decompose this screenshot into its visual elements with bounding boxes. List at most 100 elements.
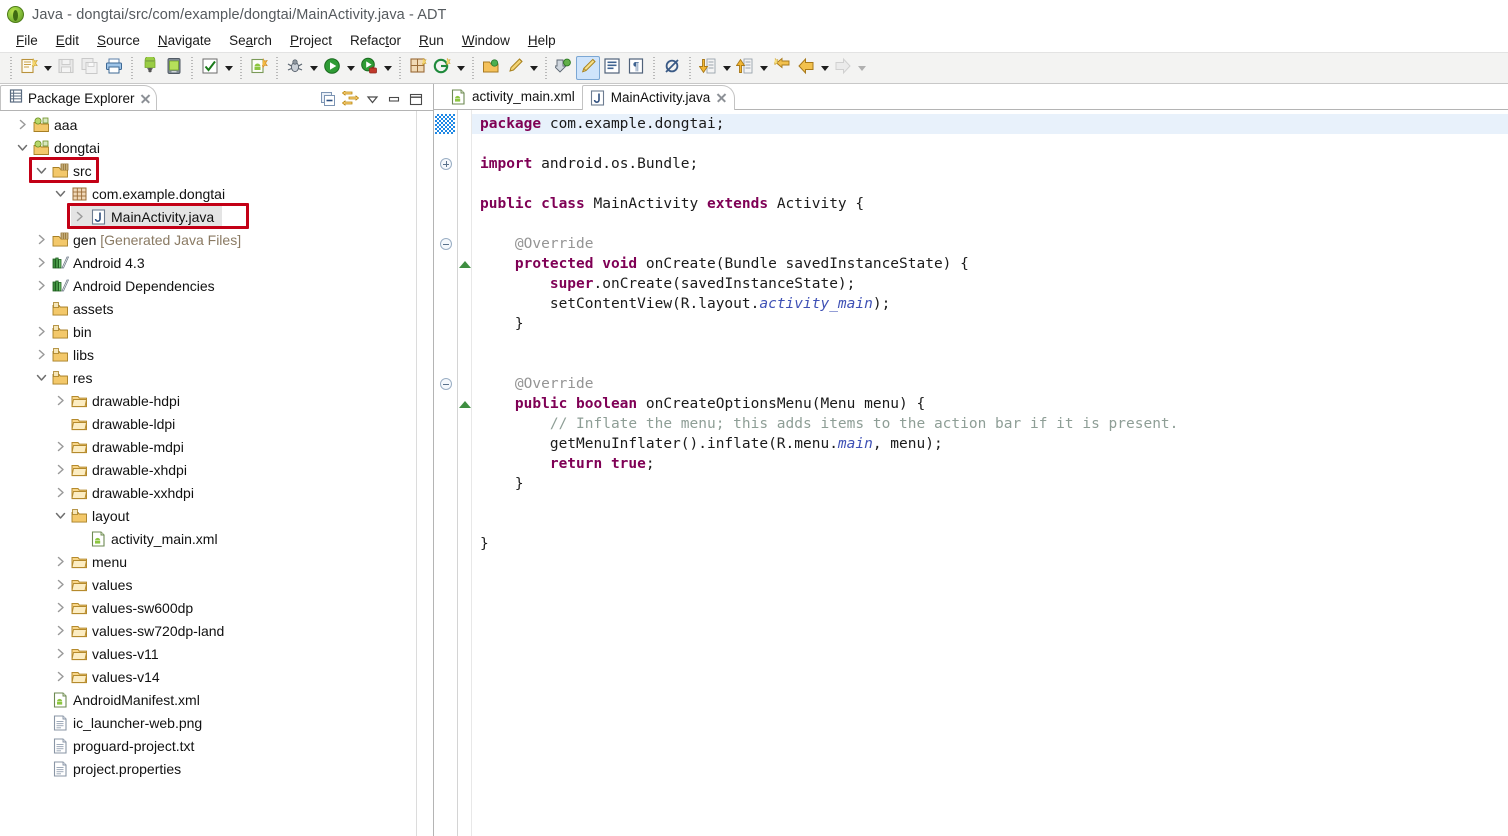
code-line[interactable]: setContentView(R.layout.activity_main); [472,294,1508,314]
build-project-button[interactable] [198,56,222,80]
run-button[interactable] [320,56,344,80]
menu-source[interactable]: Source [88,32,149,50]
source-code[interactable]: package com.example.dongtai; import andr… [472,110,1508,836]
code-line[interactable] [472,494,1508,514]
tree-item-android-4-3[interactable]: Android 4.3 [0,251,416,274]
fold-collapse-icon[interactable] [440,378,452,390]
search-dropdown-arrow[interactable] [527,56,540,80]
maximize-view-button[interactable] [406,90,426,108]
view-menu-button[interactable] [362,90,382,108]
code-line[interactable]: super.onCreate(savedInstanceState); [472,274,1508,294]
tree-item-libs[interactable]: libs [0,343,416,366]
tree-item-activity-main-xml[interactable]: activity_main.xml [0,527,416,550]
build-project-dropdown-arrow[interactable] [222,56,235,80]
toggle-markers-button[interactable] [576,56,600,80]
profile-dropdown-arrow[interactable] [381,56,394,80]
menu-edit[interactable]: Edit [47,32,88,50]
menu-project[interactable]: Project [281,32,341,50]
code-line[interactable] [472,354,1508,374]
print-button[interactable] [102,56,126,80]
forward-dropdown-arrow[interactable] [855,56,868,80]
forward-button[interactable] [831,56,855,80]
new-android-project-button[interactable] [247,56,271,80]
code-line[interactable]: package com.example.dongtai; [472,114,1508,134]
code-line[interactable] [472,214,1508,234]
tree-item-aaa[interactable]: aaa [0,113,416,136]
toggle-block-selection-button[interactable] [600,56,624,80]
code-line[interactable]: @Override [472,374,1508,394]
menu-help[interactable]: Help [519,32,565,50]
chevron-down-icon[interactable] [52,504,69,527]
code-line[interactable]: public class MainActivity extends Activi… [472,194,1508,214]
package-explorer-tab[interactable]: Package Explorer [0,85,157,110]
tree-item-drawable-xxhdpi[interactable]: drawable-xxhdpi [0,481,416,504]
code-line[interactable]: import android.os.Bundle; [472,154,1508,174]
tree-item-androidmanifest-xml[interactable]: AndroidManifest.xml [0,688,416,711]
tree-item-values-sw720dp-land[interactable]: values-sw720dp-land [0,619,416,642]
tree-item-android-dependencies[interactable]: Android Dependencies [0,274,416,297]
chevron-right-icon[interactable] [52,550,69,573]
save-all-button[interactable] [78,56,102,80]
tree-item-values-v11[interactable]: values-v11 [0,642,416,665]
menu-window[interactable]: Window [453,32,519,50]
menu-run[interactable]: Run [410,32,453,50]
project-tree[interactable]: aaa dongtai src com.example.dongtai MainActi… [0,111,416,836]
tree-item-src[interactable]: src [0,159,416,182]
back-dropdown-arrow[interactable] [818,56,831,80]
chevron-right-icon[interactable] [52,435,69,458]
editor-tab-mainactivity-java[interactable]: MainActivity.java [581,85,736,110]
chevron-right-icon[interactable] [52,481,69,504]
collapse-all-button[interactable] [318,90,338,108]
editor-tab-activity-main-xml[interactable]: activity_main.xml [444,84,582,109]
save-button[interactable] [54,56,78,80]
tree-item-drawable-xhdpi[interactable]: drawable-xhdpi [0,458,416,481]
code-line[interactable]: @Override [472,234,1508,254]
tree-item-dongtai[interactable]: dongtai [0,136,416,159]
tree-item-values-sw600dp[interactable]: values-sw600dp [0,596,416,619]
chevron-right-icon[interactable] [33,343,50,366]
back-button[interactable] [794,56,818,80]
menu-file[interactable]: File [7,32,47,50]
code-line[interactable]: return true; [472,454,1508,474]
code-line[interactable]: } [472,474,1508,494]
chevron-right-icon[interactable] [52,458,69,481]
new-class-button[interactable] [430,56,454,80]
editor-gutter[interactable] [434,110,458,836]
chevron-right-icon[interactable] [33,251,50,274]
chevron-right-icon[interactable] [52,596,69,619]
menu-navigate[interactable]: Navigate [149,32,220,50]
next-edit-location-button[interactable] [733,56,757,80]
chevron-right-icon[interactable] [52,619,69,642]
chevron-down-icon[interactable] [52,182,69,205]
link-with-editor-button[interactable] [340,90,360,108]
tree-item-mainactivity-java[interactable]: MainActivity.java [0,205,416,228]
fold-collapse-icon[interactable] [440,238,452,250]
close-icon[interactable] [716,92,727,103]
code-line[interactable]: // Inflate the menu; this adds items to … [472,414,1508,434]
code-line[interactable]: } [472,534,1508,554]
explorer-vertical-scrollbar[interactable] [416,111,433,836]
chevron-right-icon[interactable] [52,573,69,596]
close-icon[interactable] [140,93,151,104]
chevron-right-icon[interactable] [33,320,50,343]
tree-item-assets[interactable]: assets [0,297,416,320]
chevron-right-icon[interactable] [52,665,69,688]
search-button[interactable] [503,56,527,80]
new-class-dropdown-arrow[interactable] [454,56,467,80]
android-avd-manager-button[interactable] [162,56,186,80]
editor-annotation-strip[interactable] [458,110,472,836]
tree-item-menu[interactable]: menu [0,550,416,573]
tree-item-drawable-ldpi[interactable]: drawable-ldpi [0,412,416,435]
code-line[interactable] [472,134,1508,154]
fold-expand-icon[interactable] [440,158,452,170]
tree-item-res[interactable]: res [0,366,416,389]
run-dropdown-arrow[interactable] [344,56,357,80]
tree-item-drawable-mdpi[interactable]: drawable-mdpi [0,435,416,458]
android-sdk-manager-button[interactable] [138,54,162,80]
menu-refactor[interactable]: Refactor [341,32,410,50]
chevron-right-icon[interactable] [33,228,50,251]
code-line[interactable] [472,334,1508,354]
tree-item-bin[interactable]: bin [0,320,416,343]
chevron-right-icon[interactable] [52,642,69,665]
tree-item-com-example-dongtai[interactable]: com.example.dongtai [0,182,416,205]
